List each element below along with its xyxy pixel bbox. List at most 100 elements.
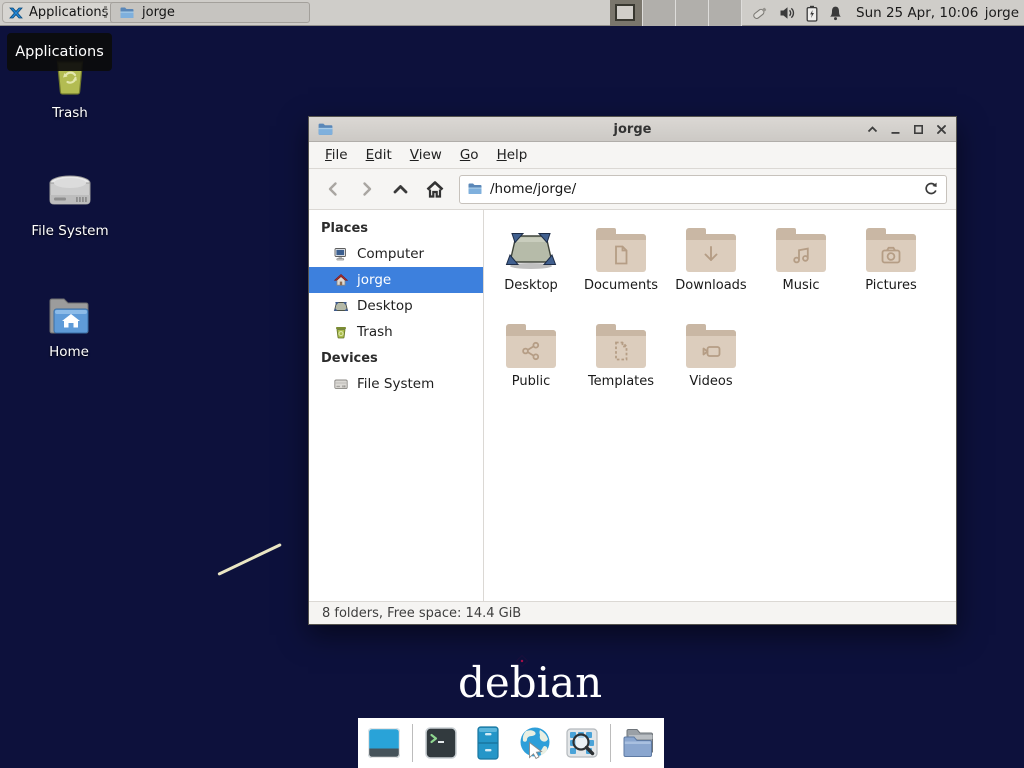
status-text: 8 folders, Free space: 14.4 GiB [322, 606, 521, 621]
workspace-2[interactable] [643, 0, 676, 26]
menu-view[interactable]: View [401, 147, 451, 163]
folder-item-downloads[interactable]: Downloads [666, 224, 756, 320]
up-button[interactable] [386, 174, 415, 204]
debian-wallpaper-logo: debian [458, 658, 602, 707]
templates-folder-icon [595, 324, 647, 370]
path-text[interactable]: /home/jorge/ [490, 181, 916, 197]
desktop-icon-label: Trash [52, 105, 88, 121]
status-bar: 8 folders, Free space: 14.4 GiB [309, 601, 956, 624]
folder-item-music[interactable]: Music [756, 224, 846, 320]
folder-label: Music [783, 278, 820, 293]
sidebar-item-file-system[interactable]: File System [309, 371, 483, 397]
sidebar-item-trash[interactable]: Trash [309, 319, 483, 345]
folder-label: Templates [588, 374, 654, 389]
applications-tooltip: Applications [7, 33, 112, 71]
folder-item-videos[interactable]: Videos [666, 320, 756, 416]
folder-item-desktop[interactable]: Desktop [486, 224, 576, 320]
folder-item-documents[interactable]: Documents [576, 224, 666, 320]
folder-item-templates[interactable]: Templates [576, 320, 666, 416]
desktop-icon [333, 298, 349, 314]
panel-grip-handle[interactable] [104, 6, 107, 20]
public-folder-icon [505, 324, 557, 370]
home-icon [333, 272, 349, 288]
sidebar-header-devices: Devices [309, 345, 483, 371]
folder-icon [119, 5, 135, 21]
folder-item-pictures[interactable]: Pictures [846, 224, 936, 320]
downloads-folder-icon [685, 228, 737, 274]
folder-label: Desktop [504, 278, 558, 293]
folder-item-public[interactable]: Public [486, 320, 576, 416]
battery-charging-icon[interactable] [805, 5, 819, 22]
home-button[interactable] [420, 174, 449, 204]
desktop-icon-home[interactable]: Home [24, 289, 114, 360]
panel-clock[interactable]: Sun 25 Apr, 10:06 [856, 0, 978, 26]
folder-view[interactable]: Desktop Documents Downloads [484, 210, 956, 601]
applications-menu-label: Applications [29, 5, 108, 20]
menu-file[interactable]: File [316, 147, 357, 163]
folder-label: Pictures [865, 278, 916, 293]
directory-menu-icon[interactable] [619, 724, 657, 762]
home-folder-icon [44, 289, 94, 339]
menu-go[interactable]: Go [451, 147, 488, 163]
dock-separator [610, 724, 611, 762]
trash-icon [333, 324, 349, 340]
debian-wordmark: debian [458, 658, 602, 707]
forward-button[interactable] [352, 174, 381, 204]
desktop-icon-file-system[interactable]: File System [25, 168, 115, 239]
folder-label: Documents [584, 278, 658, 293]
window-title: jorge [309, 122, 956, 137]
file-manager-icon[interactable] [469, 724, 507, 762]
top-panel: Applications jorge Sun 25 Apr, 10:06 jor… [0, 0, 1024, 26]
workspace-1[interactable] [610, 0, 643, 26]
volume-icon[interactable] [779, 5, 796, 21]
notifications-bell-icon[interactable] [828, 5, 843, 22]
music-folder-icon [775, 228, 827, 274]
file-manager-window: jorge File Edit View Go Help [308, 116, 957, 625]
back-button[interactable] [318, 174, 347, 204]
sidebar-item-label: Trash [357, 324, 393, 340]
folder-label: Videos [689, 374, 732, 389]
path-folder-icon [467, 181, 483, 197]
workspace-window-preview [615, 4, 635, 21]
web-browser-icon[interactable] [516, 724, 554, 762]
harddrive-icon [333, 376, 349, 392]
menu-edit[interactable]: Edit [357, 147, 401, 163]
location-bar[interactable]: /home/jorge/ [459, 175, 947, 204]
desktop-pad-icon [505, 228, 557, 274]
workspace-3[interactable] [676, 0, 709, 26]
taskbar-window-button[interactable]: jorge [110, 2, 310, 23]
applications-menu-button[interactable]: Applications [2, 2, 118, 23]
window-folder-icon [317, 121, 334, 138]
folder-label: Public [512, 374, 550, 389]
shade-button[interactable] [861, 117, 884, 141]
menu-help[interactable]: Help [488, 147, 537, 163]
close-button[interactable] [930, 117, 953, 141]
sidebar-item-computer[interactable]: Computer [309, 241, 483, 267]
desktop-icon-label: File System [31, 223, 108, 239]
desktop-icon-label: Home [49, 344, 89, 360]
window-titlebar[interactable]: jorge [309, 117, 956, 142]
reload-icon[interactable] [923, 181, 939, 197]
harddrive-icon [45, 168, 95, 218]
terminal-icon[interactable] [422, 724, 460, 762]
videos-folder-icon [685, 324, 737, 370]
taskbar-window-label: jorge [142, 5, 175, 20]
xfce-logo-icon [8, 5, 24, 21]
sidebar-item-label: Desktop [357, 298, 413, 314]
show-desktop-icon[interactable] [365, 724, 403, 762]
application-finder-icon[interactable] [563, 724, 601, 762]
sidebar-item-label: File System [357, 376, 434, 392]
sidebar-header-places: Places [309, 215, 483, 241]
pictures-folder-icon [865, 228, 917, 274]
sidebar-item-label: Computer [357, 246, 424, 262]
dock-separator [412, 724, 413, 762]
maximize-button[interactable] [907, 117, 930, 141]
minimize-button[interactable] [884, 117, 907, 141]
stylus-device-icon[interactable] [750, 4, 770, 22]
workspace-4[interactable] [709, 0, 742, 26]
panel-username[interactable]: jorge [985, 0, 1019, 26]
sidebar-item-label: jorge [357, 272, 391, 288]
sidebar-item-jorge[interactable]: jorge [309, 267, 483, 293]
system-tray [750, 0, 843, 26]
sidebar-item-desktop[interactable]: Desktop [309, 293, 483, 319]
